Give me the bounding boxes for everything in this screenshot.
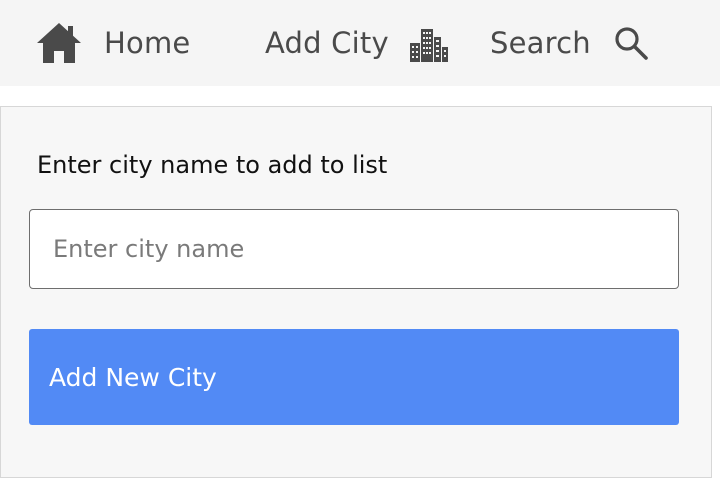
city-name-input[interactable] (29, 209, 679, 289)
nav-search[interactable]: Search (490, 0, 649, 86)
city-buildings-icon (409, 23, 449, 63)
search-icon (613, 25, 649, 61)
nav-search-label: Search (490, 25, 591, 60)
nav-add-city[interactable]: Add City (265, 0, 449, 86)
top-navbar: Home Add City Search (0, 0, 720, 86)
nav-add-city-label: Add City (265, 25, 389, 60)
nav-home[interactable]: Home (36, 0, 190, 86)
add-new-city-button[interactable]: Add New City (29, 329, 679, 425)
add-city-panel: Enter city name to add to list Add New C… (0, 106, 712, 478)
city-name-prompt: Enter city name to add to list (37, 151, 388, 179)
home-icon (36, 22, 82, 64)
nav-home-label: Home (104, 25, 191, 60)
